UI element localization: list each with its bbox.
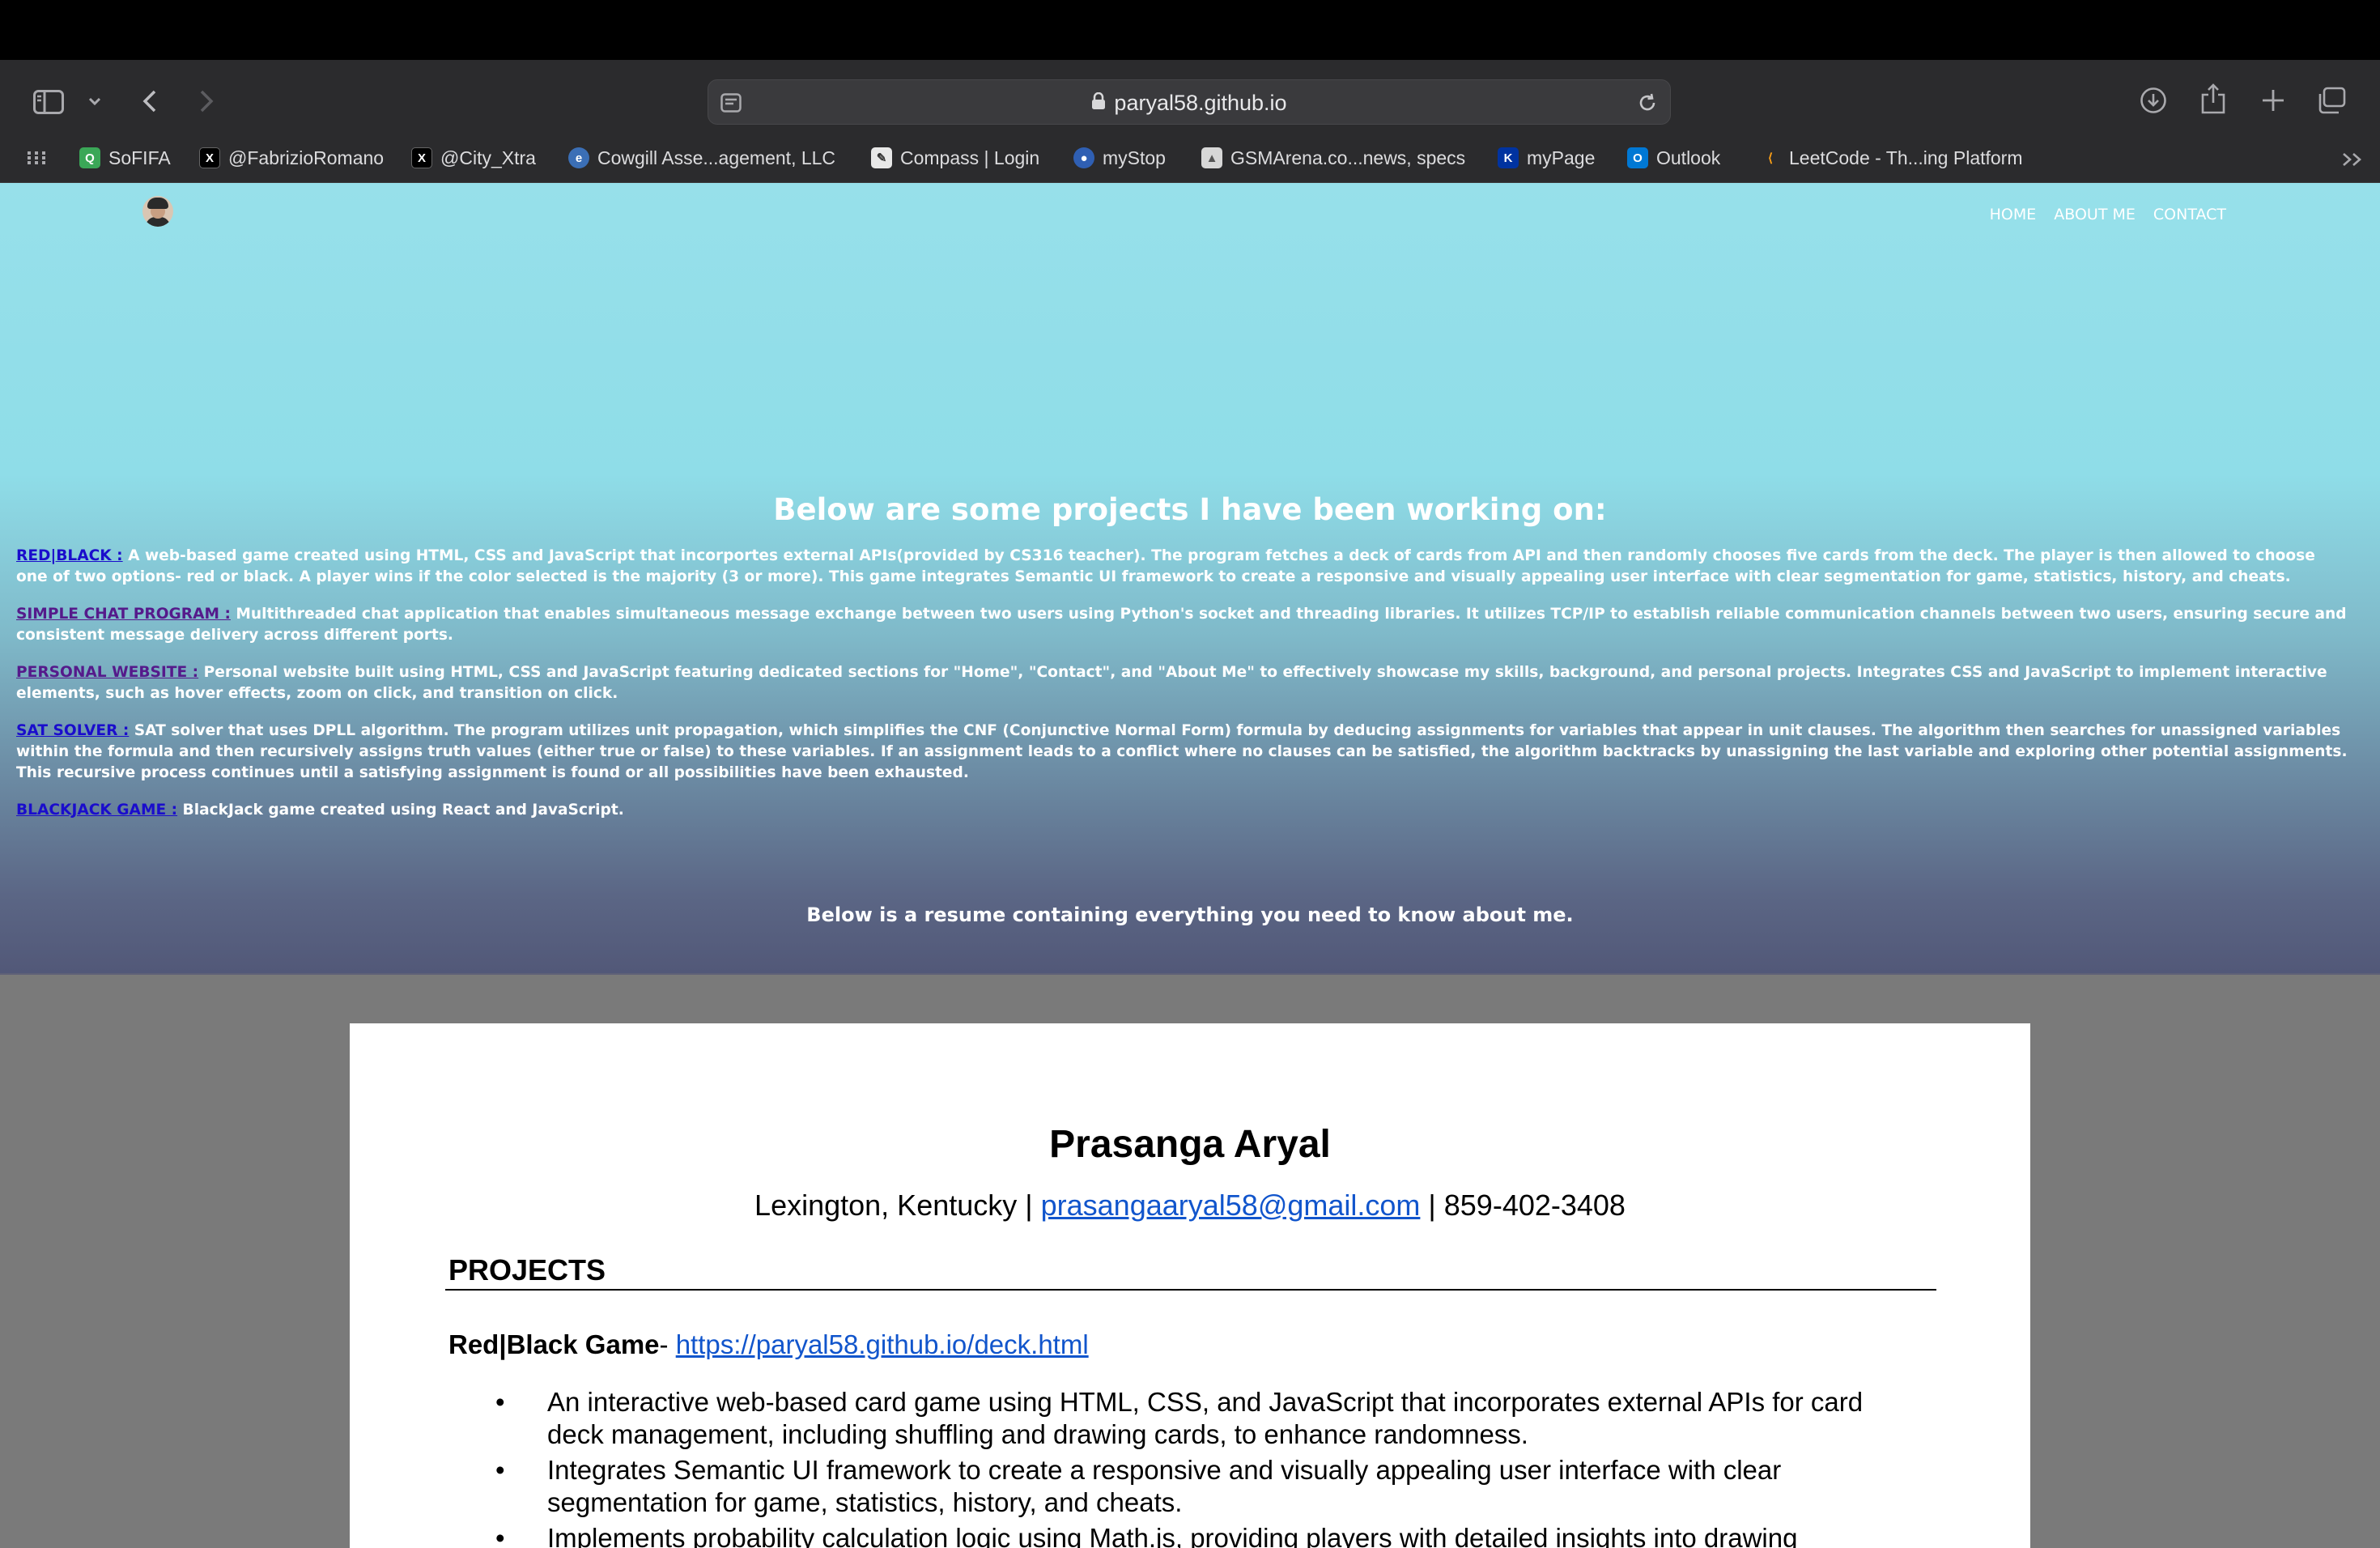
nav-contact-link[interactable]: CONTACT — [2153, 206, 2226, 223]
bookmark-sofifa[interactable]: Q SoFIFA — [79, 139, 171, 176]
compass-icon: ✎ — [871, 147, 892, 168]
new-tab-icon[interactable] — [2257, 84, 2289, 117]
bookmark-leetcode[interactable]: ⟨ LeetCode - Th...ing Platform — [1760, 139, 2023, 176]
bookmark-label: GSMArena.co...news, specs — [1230, 147, 1466, 168]
resume-project-heading: Red|Black Game- https://paryal58.github.… — [448, 1329, 1089, 1360]
bookmark-label: Compass | Login — [900, 147, 1040, 168]
bookmark-gsmarena[interactable]: ▲ GSMArena.co...news, specs — [1201, 139, 1465, 176]
project-redblack: RED|BLACK : A web-based game created usi… — [16, 546, 2348, 588]
project-website-link[interactable]: PERSONAL WEBSITE : — [16, 664, 198, 681]
resume-project-title: Red|Black Game — [448, 1329, 660, 1359]
resume-bullet: • Integrates Semantic UI framework to cre… — [448, 1454, 1889, 1519]
nav-about-link[interactable]: ABOUT ME — [2054, 206, 2136, 223]
hero-section: HOME ABOUT ME CONTACT Below are some pro… — [0, 183, 2380, 973]
gsmarena-icon: ▲ — [1201, 147, 1222, 168]
project-chat-link[interactable]: SIMPLE CHAT PROGRAM : — [16, 606, 231, 623]
project-chat: SIMPLE CHAT PROGRAM : Multithreaded chat… — [16, 604, 2348, 646]
menu-bar-strip — [0, 0, 2380, 60]
bullet-icon: • — [495, 1523, 505, 1548]
outlook-icon: O — [1627, 147, 1648, 168]
bookmark-label: myStop — [1103, 147, 1166, 168]
nav-home-link[interactable]: HOME — [1990, 206, 2037, 223]
resume-email-link[interactable]: prasangaaryal58@gmail.com — [1041, 1189, 1421, 1222]
sidebar-toggle-icon[interactable] — [31, 84, 66, 120]
bookmark-label: Cowgill Asse...agement, LLC — [597, 147, 836, 168]
lock-icon — [1091, 91, 1106, 116]
resume-section-heading: PROJECTS — [448, 1253, 606, 1286]
address-bar[interactable]: paryal58.github.io — [708, 79, 1671, 125]
bookmark-label: @City_Xtra — [440, 147, 536, 168]
resume-bullet: • An interactive web-based card game usin… — [448, 1386, 1889, 1451]
apps-grid-icon[interactable] — [26, 147, 47, 168]
avatar[interactable] — [142, 196, 173, 227]
back-icon[interactable] — [136, 86, 164, 117]
bullet-text: Integrates Semantic UI framework to crea… — [547, 1455, 1782, 1517]
project-description: A web-based game created using HTML, CSS… — [16, 547, 2315, 585]
project-description: SAT solver that uses DPLL algorithm. The… — [16, 722, 2348, 781]
bookmark-label: @FabrizioRomano — [228, 147, 385, 168]
project-website: PERSONAL WEBSITE : Personal website buil… — [16, 662, 2348, 704]
bullet-text: Implements probability calculation logic… — [547, 1523, 1798, 1548]
project-description: Multithreaded chat application that enab… — [16, 606, 2347, 644]
bookmark-label: myPage — [1527, 147, 1596, 168]
sofifa-icon: Q — [79, 147, 100, 168]
bookmark-cowgill[interactable]: e Cowgill Asse...agement, LLC — [568, 139, 835, 176]
bookmark-fabrizioromano[interactable]: X @FabrizioRomano — [199, 139, 384, 176]
resume-location: Lexington, Kentucky | — [754, 1189, 1041, 1222]
bookmark-city-xtra[interactable]: X @City_Xtra — [411, 139, 536, 176]
bookmark-compass[interactable]: ✎ Compass | Login — [871, 139, 1039, 176]
url-display: paryal58.github.io — [708, 80, 1670, 125]
bullet-text: An interactive web-based card game using… — [547, 1387, 1864, 1449]
bookmark-label: LeetCode - Th...ing Platform — [1789, 147, 2023, 168]
bookmark-mystop[interactable]: ● myStop — [1073, 139, 1166, 176]
site-nav: HOME ABOUT ME CONTACT — [1990, 206, 2226, 223]
url-text: paryal58.github.io — [1114, 90, 1287, 115]
resume-bullet-list: • An interactive web-based card game usin… — [448, 1386, 1889, 1548]
mystop-icon: ● — [1073, 147, 1094, 168]
section-divider — [0, 973, 2380, 975]
resume-section-rule — [445, 1289, 1936, 1291]
project-blackjack-link[interactable]: BLACKJACK GAME : — [16, 802, 177, 819]
share-icon[interactable] — [2197, 81, 2229, 117]
resume-project-link[interactable]: https://paryal58.github.io/deck.html — [676, 1329, 1089, 1359]
projects-heading: Below are some projects I have been work… — [773, 492, 1607, 527]
tab-overview-icon[interactable] — [2315, 84, 2348, 117]
cowgill-icon: e — [568, 147, 589, 168]
project-description: BlackJack game created using React and J… — [177, 802, 624, 819]
project-description: Personal website built using HTML, CSS a… — [16, 664, 2327, 702]
web-page: HOME ABOUT ME CONTACT Below are some pro… — [0, 183, 2380, 1548]
reload-icon[interactable] — [1634, 90, 1660, 116]
resume-project-dash: - — [659, 1329, 676, 1359]
bookmark-label: SoFIFA — [108, 147, 171, 168]
bookmark-label: Outlook — [1656, 147, 1721, 168]
resume-intro: Below is a resume containing everything … — [806, 904, 1574, 926]
bookmarks-bar: Q SoFIFA X @FabrizioRomano X @City_Xtra … — [0, 139, 2380, 176]
resume-phone: | 859-402-3408 — [1420, 1189, 1626, 1222]
downloads-icon[interactable] — [2137, 84, 2170, 117]
resume-document[interactable]: Prasanga Aryal Lexington, Kentucky | pra… — [350, 1023, 2030, 1548]
resume-name: Prasanga Aryal — [1049, 1123, 1331, 1166]
leetcode-icon: ⟨ — [1768, 151, 1773, 165]
chevron-down-icon[interactable] — [84, 91, 105, 112]
bookmark-outlook[interactable]: O Outlook — [1627, 139, 1720, 176]
resume-bullet: • Implements probability calculation logi… — [448, 1522, 1889, 1548]
project-sat-solver-link[interactable]: SAT SOLVER : — [16, 722, 129, 739]
bookmark-mypage[interactable]: K myPage — [1498, 139, 1595, 176]
project-blackjack: BLACKJACK GAME : BlackJack game created … — [16, 800, 2348, 821]
x-icon: X — [411, 147, 432, 168]
resume-contact: Lexington, Kentucky | prasangaaryal58@gm… — [350, 1189, 2030, 1223]
bullet-icon: • — [495, 1455, 505, 1485]
uk-icon: K — [1498, 147, 1519, 168]
forward-icon[interactable] — [193, 86, 220, 117]
x-icon: X — [199, 147, 220, 168]
more-bookmarks-icon[interactable] — [2340, 149, 2365, 170]
bullet-icon: • — [495, 1387, 505, 1417]
browser-toolbar: paryal58.github.io Q SoFIFA X @FabrizioR… — [0, 60, 2380, 183]
project-sat-solver: SAT SOLVER : SAT solver that uses DPLL a… — [16, 721, 2348, 784]
project-redblack-link[interactable]: RED|BLACK : — [16, 547, 123, 564]
